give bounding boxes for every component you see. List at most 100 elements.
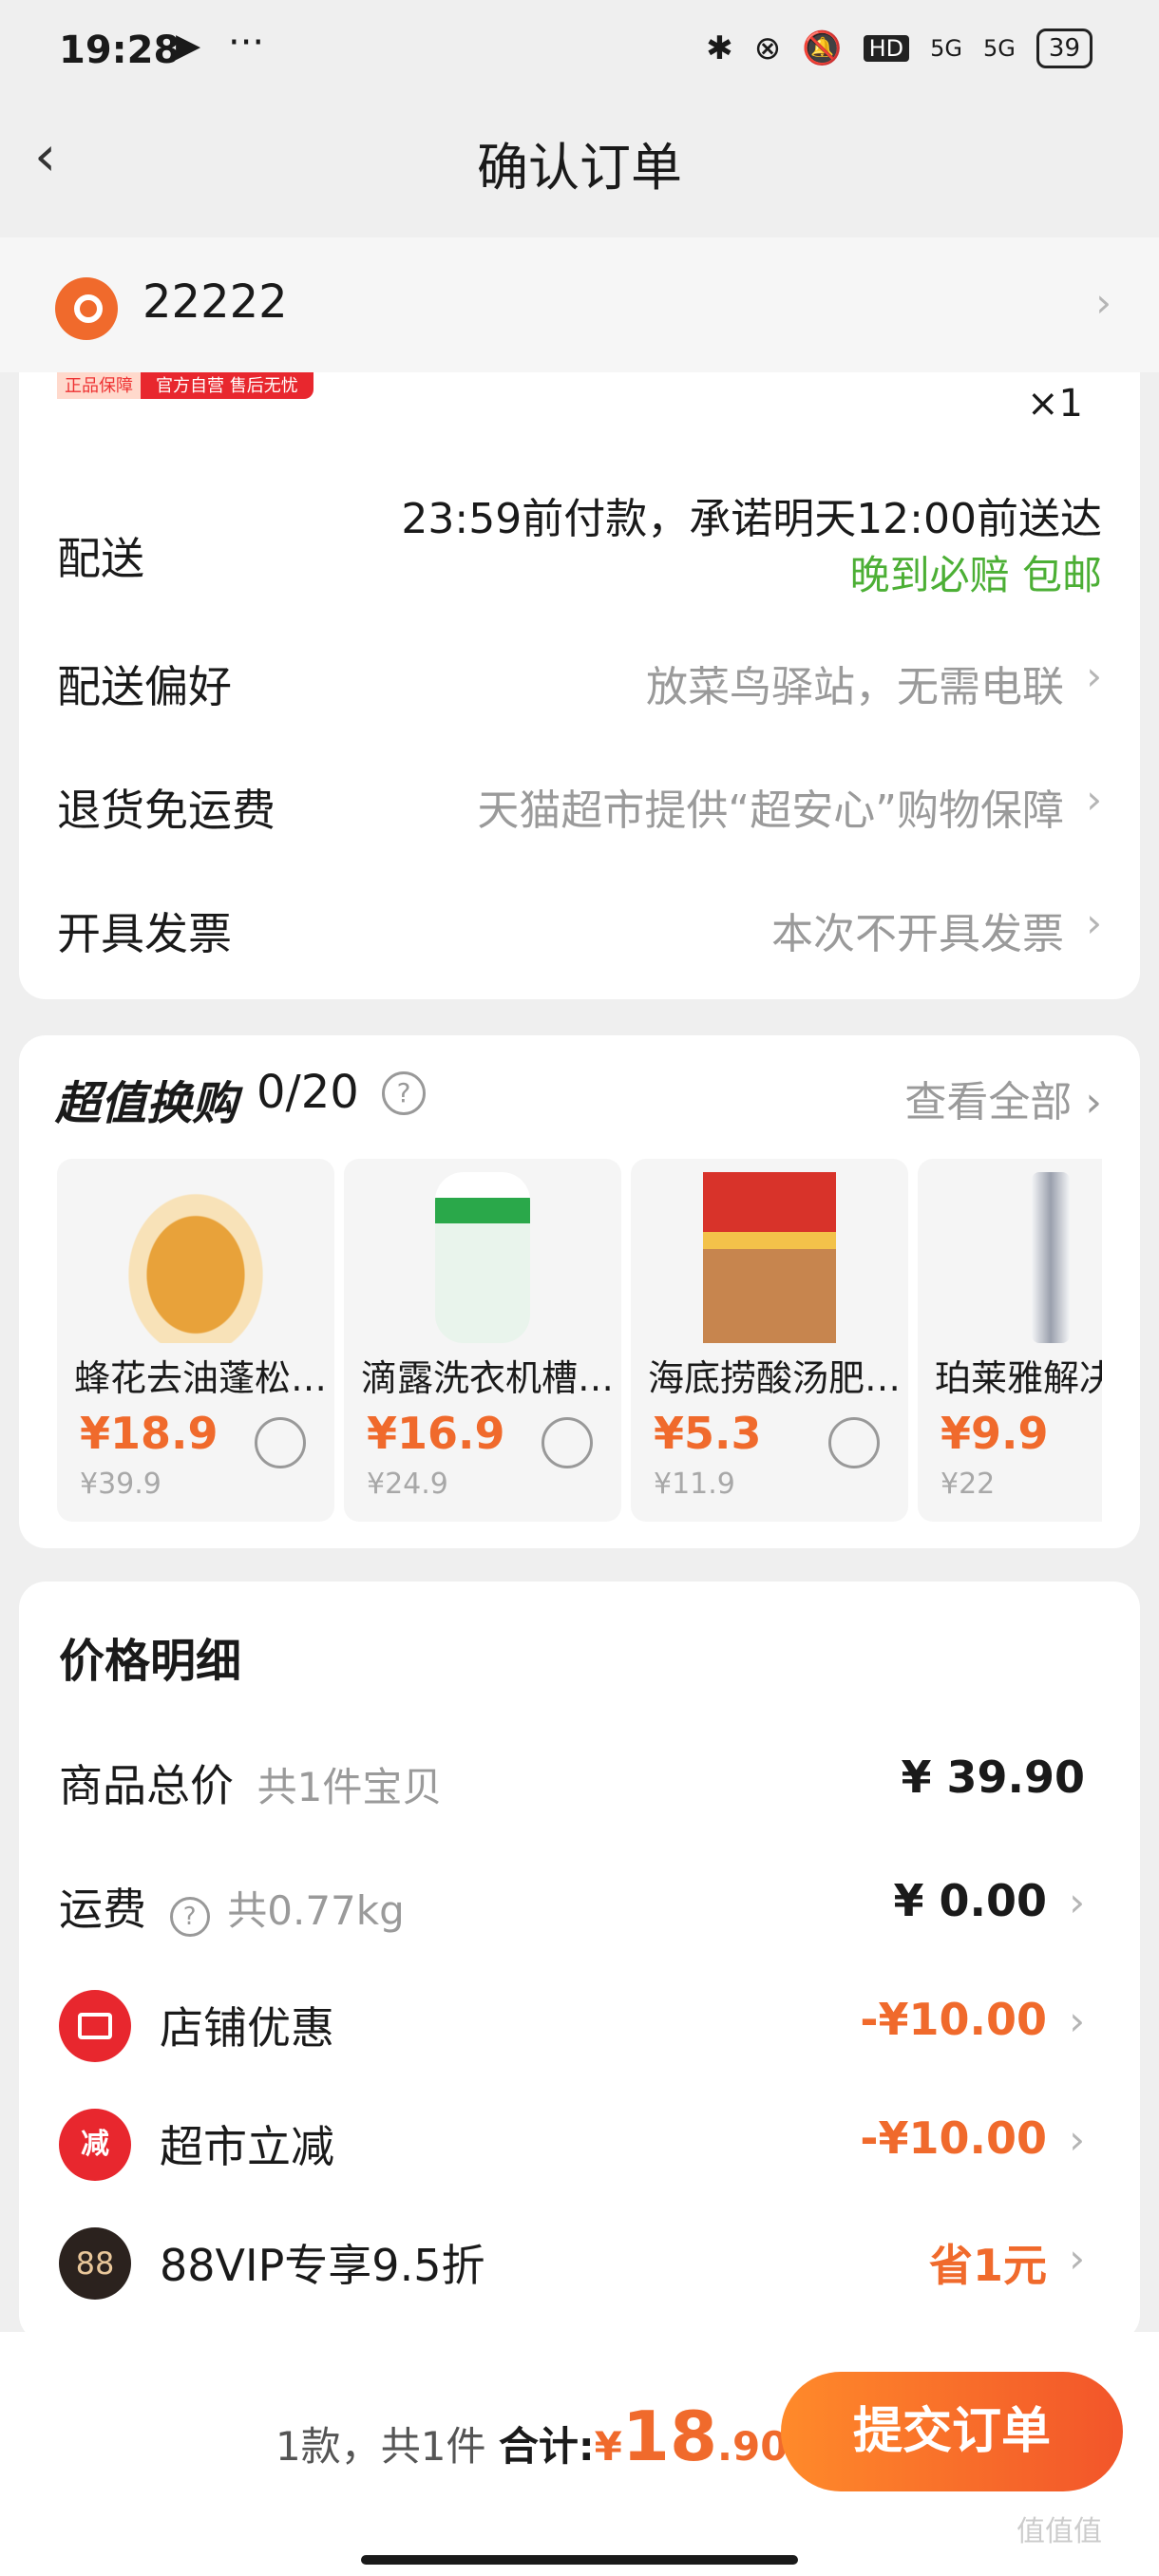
delivery-pref-value: 放菜鸟驿站，无需电联 xyxy=(646,663,1064,711)
submit-order-button[interactable]: 提交订单 xyxy=(781,2372,1123,2491)
shipping-label: 运费 xyxy=(59,1884,146,1935)
swap-product[interactable]: 蜂花去油蓬松洗发水 ¥18.9 ¥39.9 xyxy=(57,1159,334,1522)
delivery-label: 配送 xyxy=(57,533,144,584)
market-discount-label: 超市立减 xyxy=(160,2121,334,2172)
product-price: ¥16.9 xyxy=(367,1408,505,1459)
product-image xyxy=(110,1172,281,1343)
product-image xyxy=(435,1172,530,1343)
delivery-pref-label: 配送偏好 xyxy=(57,661,232,712)
product-original-price: ¥24.9 xyxy=(367,1468,448,1501)
product-original-price: ¥11.9 xyxy=(654,1468,735,1501)
view-all-link[interactable]: 查看全部 › xyxy=(904,1068,1102,1128)
mute-icon: 🔕 xyxy=(802,29,843,67)
goods-total-value: ¥ 39.90 xyxy=(901,1752,1085,1803)
shipping-row[interactable]: 运费 ? 共0.77kg ¥ 0.00 › xyxy=(59,1862,1123,1947)
link-icon: ⊗ xyxy=(753,29,782,67)
vip-discount-label: 88VIP专享9.5折 xyxy=(160,2240,485,2291)
ticket-icon xyxy=(59,1990,131,2062)
product-price: ¥9.9 xyxy=(940,1408,1049,1459)
product-name: 珀莱雅解决方案 xyxy=(935,1357,1102,1399)
product-original-price: ¥22 xyxy=(940,1468,996,1501)
goods-total-label-wrap: 商品总价 共1件宝贝 xyxy=(59,1752,442,1814)
header: ‹ 确认订单 xyxy=(0,104,1159,237)
item-quantity: ×1 xyxy=(1027,382,1083,426)
product-image xyxy=(703,1172,836,1343)
vip-discount-row[interactable]: 88 88VIP专享9.5折 省1元 › xyxy=(59,2218,1123,2303)
delivery-promise: 晚到必赔 包邮 xyxy=(849,552,1102,598)
shipping-label-wrap: 运费 ? 共0.77kg xyxy=(59,1875,405,1938)
bluetooth-icon: ✱ xyxy=(706,29,733,67)
swap-count: 0/20 xyxy=(256,1066,359,1119)
invoice-value: 本次不开具发票 xyxy=(771,910,1064,958)
shop-discount-label: 店铺优惠 xyxy=(160,2002,334,2054)
return-shipping-row[interactable]: 退货免运费 天猫超市提供“超安心”购物保障 › xyxy=(19,757,1140,852)
help-icon[interactable]: ? xyxy=(382,1071,426,1115)
return-value: 天猫超市提供“超安心”购物保障 xyxy=(477,786,1064,835)
checkout-bar: 1款，共1件 合计:¥18.90 提交订单 xyxy=(0,2332,1159,2576)
view-all-label: 查看全部 xyxy=(904,1078,1073,1127)
signal-5g-icon: 5G xyxy=(930,35,963,62)
product-price: ¥5.3 xyxy=(654,1408,762,1459)
hd-icon: HD xyxy=(863,35,910,62)
badge-official: 官方自营 售后无忧 xyxy=(141,372,314,399)
app-notification-icon: ▶ xyxy=(176,27,201,65)
more-notifications: ··· xyxy=(228,21,265,65)
total-currency: ¥ xyxy=(594,2423,622,2470)
badge-authentic: 正品保障 xyxy=(57,372,141,399)
goods-count: 共1件宝贝 xyxy=(256,1764,443,1810)
chevron-right-icon: › xyxy=(1069,2116,1085,2163)
swap-title: 超值换购 xyxy=(55,1077,238,1130)
home-indicator[interactable] xyxy=(361,2555,798,2565)
chevron-right-icon: › xyxy=(1069,1879,1085,1925)
vip-88-icon: 88 xyxy=(59,2227,131,2300)
address-row[interactable]: 22222 › xyxy=(0,237,1159,372)
battery-icon: 39 xyxy=(1036,28,1092,68)
select-radio[interactable] xyxy=(828,1417,880,1468)
help-icon[interactable]: ? xyxy=(169,1897,210,1937)
order-card: 正品保障 官方自营 售后无忧 ×1 配送 23:59前付款，承诺明天12:00前… xyxy=(19,372,1140,999)
address-text: 22222 xyxy=(142,275,288,329)
discount-icon: 减 xyxy=(59,2109,131,2181)
shop-discount-row[interactable]: 店铺优惠 -¥10.00 › xyxy=(59,1980,1123,2066)
select-radio[interactable] xyxy=(542,1417,593,1468)
page-title: 确认订单 xyxy=(477,138,682,198)
swap-card: 超值换购 0/20 ? 查看全部 › 蜂花去油蓬松洗发水 ¥18.9 ¥39.9… xyxy=(19,1035,1140,1548)
invoice-row[interactable]: 开具发票 本次不开具发票 › xyxy=(19,881,1140,975)
product-name: 海底捞酸汤肥牛调味料 xyxy=(648,1357,904,1399)
goods-total-label: 商品总价 xyxy=(59,1760,234,1811)
item-count: 1款，共1件 xyxy=(276,2423,486,2470)
delivery-time: 23:59前付款，承诺明天12:00前送达 xyxy=(401,495,1102,543)
market-discount-row[interactable]: 减 超市立减 -¥10.00 › xyxy=(59,2099,1123,2185)
shipping-value: ¥ 0.00 xyxy=(893,1875,1047,1926)
select-radio[interactable] xyxy=(255,1417,306,1468)
market-discount-value: -¥10.00 xyxy=(860,2112,1047,2164)
return-label: 退货免运费 xyxy=(57,785,276,836)
vip-discount-value: 省1元 xyxy=(928,2240,1047,2291)
location-pin-icon xyxy=(55,277,118,340)
goods-total-row: 商品总价 共1件宝贝 ¥ 39.90 xyxy=(59,1738,1123,1824)
signal-5g-icon-2: 5G xyxy=(983,35,1016,62)
price-detail-card: 价格明细 商品总价 共1件宝贝 ¥ 39.90 运费 ? 共0.77kg ¥ 0… xyxy=(19,1582,1140,2341)
order-summary: 1款，共1件 合计:¥18.90 xyxy=(276,2396,788,2476)
swap-product[interactable]: 滴露洗衣机槽清洗剂 ¥16.9 ¥24.9 xyxy=(344,1159,621,1522)
chevron-right-icon: › xyxy=(1095,279,1112,326)
chevron-right-icon: › xyxy=(1069,2235,1085,2282)
status-bar: 19:28 ▶ ··· ✱ ⊗ 🔕 HD 5G 5G 39 xyxy=(0,0,1159,104)
delivery-pref-row[interactable]: 配送偏好 放菜鸟驿站，无需电联 › xyxy=(19,634,1140,729)
status-icons: ✱ ⊗ 🔕 HD 5G 5G 39 xyxy=(706,28,1092,68)
product-name: 滴露洗衣机槽清洗剂 xyxy=(361,1357,618,1399)
product-name: 蜂花去油蓬松洗发水 xyxy=(74,1357,331,1399)
total-label: 合计: xyxy=(498,2423,595,2470)
guarantee-badge: 正品保障 官方自营 售后无忧 xyxy=(57,372,314,399)
swap-product[interactable]: 海底捞酸汤肥牛调味料 ¥5.3 ¥11.9 xyxy=(631,1159,908,1522)
watermark: 值值值 xyxy=(1016,2515,1102,2548)
chevron-right-icon: › xyxy=(1086,900,1102,946)
status-time: 19:28 xyxy=(59,28,180,72)
product-price: ¥18.9 xyxy=(80,1408,218,1459)
shipping-weight: 共0.77kg xyxy=(227,1887,405,1934)
swap-product[interactable]: 珀莱雅解决方案 ¥9.9 ¥22 xyxy=(918,1159,1102,1522)
invoice-label: 开具发票 xyxy=(57,908,232,959)
price-detail-title: 价格明细 xyxy=(59,1635,242,1688)
chevron-right-icon: › xyxy=(1069,1998,1085,2044)
product-image xyxy=(1032,1172,1070,1343)
